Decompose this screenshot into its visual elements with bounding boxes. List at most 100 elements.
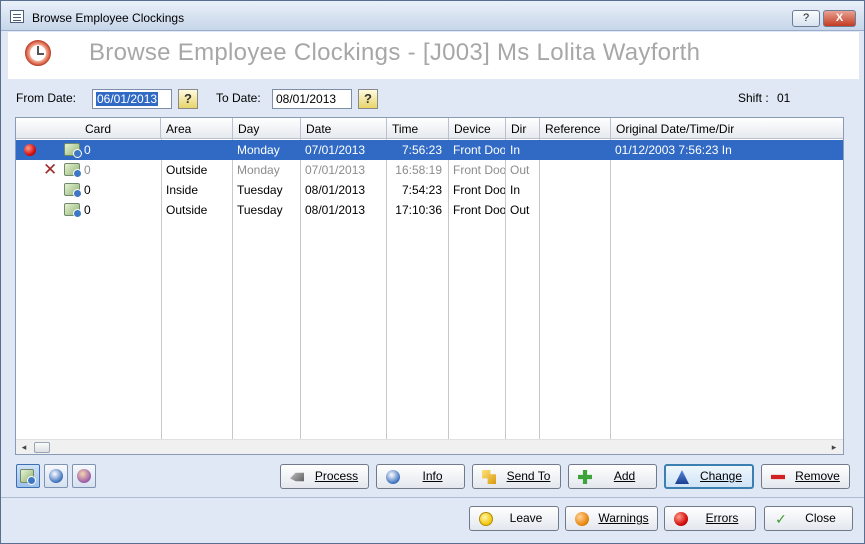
title-bar: Browse Employee Clockings ? X (1, 1, 864, 31)
warnings-label: Warnings (598, 511, 649, 525)
column-header-area[interactable]: Area (161, 118, 233, 139)
globe-view-button[interactable] (72, 464, 96, 488)
process-icon (290, 472, 304, 482)
close-button[interactable]: ✓ Close (764, 506, 853, 531)
clockings-grid[interactable]: Card Area Day Date Time Device Dir Refer… (15, 117, 844, 455)
table-row[interactable]: 0 Monday 07/01/2013 7:56:23 Front Door I… (16, 140, 843, 160)
error-status-icon (24, 144, 36, 156)
clock-icon (25, 40, 51, 66)
errors-button[interactable]: Errors (664, 506, 756, 531)
window-menu-icon[interactable] (10, 10, 24, 23)
cell-card: 0 (84, 183, 91, 197)
cell-card: 0 (84, 163, 91, 177)
cell-time: 17:10:36 (395, 203, 442, 217)
error-dot-icon (674, 512, 688, 526)
column-header-original[interactable]: Original Date/Time/Dir (611, 118, 843, 139)
cell-area: Outside (166, 163, 208, 177)
cell-reference (539, 200, 610, 220)
cell-device: Front Door (453, 163, 505, 177)
column-header-date[interactable]: Date (301, 118, 387, 139)
remove-button[interactable]: Remove (761, 464, 850, 489)
card-icon (64, 163, 82, 178)
table-row[interactable]: 0 Inside Tuesday 08/01/2013 7:54:23 Fron… (16, 180, 843, 200)
cell-original: 01/12/2003 7:56:23 In (615, 143, 732, 157)
deleted-x-icon: ✕ (43, 160, 58, 179)
change-label: Change (699, 469, 743, 483)
grid-header: Card Area Day Date Time Device Dir Refer… (16, 118, 843, 139)
remove-icon (771, 474, 785, 480)
cell-day: Tuesday (237, 183, 283, 197)
cell-device: Front Door (453, 203, 505, 217)
to-date-lookup-button[interactable]: ? (358, 89, 378, 109)
from-date-label: From Date: (16, 91, 77, 105)
from-date-input[interactable]: 06/01/2013 (92, 89, 172, 109)
cell-dir: In (510, 143, 521, 157)
scroll-right-icon[interactable]: ▸ (827, 441, 841, 454)
column-header-card[interactable]: Card (16, 118, 161, 139)
close-window-button[interactable]: X (823, 10, 856, 27)
cell-device: Front Door (453, 143, 505, 157)
send-to-icon (482, 470, 496, 484)
add-button[interactable]: Add (568, 464, 657, 489)
shift-value: 01 (777, 91, 791, 105)
card-icon (64, 183, 82, 198)
smiley-icon (479, 512, 493, 526)
cell-reference (539, 140, 610, 160)
cell-dir: Out (510, 203, 530, 217)
column-header-day[interactable]: Day (233, 118, 301, 139)
to-date-label: To Date: (216, 91, 261, 105)
card-view-button[interactable] (16, 464, 40, 488)
from-date-lookup-button[interactable]: ? (178, 89, 198, 109)
errors-label: Errors (705, 511, 739, 525)
info-view-icon (49, 469, 63, 483)
scroll-left-icon[interactable]: ◂ (17, 441, 31, 454)
scrollbar-thumb[interactable] (34, 442, 50, 453)
cell-date: 08/01/2013 (305, 183, 366, 197)
page-title: Browse Employee Clockings - [J003] Ms Lo… (89, 39, 701, 66)
change-button[interactable]: Change (664, 464, 754, 489)
cell-dir: Out (510, 163, 530, 177)
leave-label: Leave (509, 511, 543, 525)
cell-time: 16:58:19 (395, 163, 442, 177)
cell-card: 0 (84, 203, 91, 217)
column-header-dir[interactable]: Dir (506, 118, 540, 139)
cell-card: 0 (84, 143, 91, 157)
globe-icon (77, 469, 91, 483)
info-label: Info (422, 469, 443, 483)
cell-original (610, 160, 842, 180)
cell-area: Inside (166, 183, 199, 197)
column-header-time[interactable]: Time (387, 118, 449, 139)
info-view-button[interactable] (44, 464, 68, 488)
table-row[interactable]: 0 Outside Tuesday 08/01/2013 17:10:36 Fr… (16, 200, 843, 220)
browse-clockings-window: Browse Employee Clockings ? X Browse Emp… (0, 0, 865, 544)
process-button[interactable]: Process (280, 464, 369, 489)
checkmark-icon: ✓ (775, 511, 787, 527)
footer-divider (1, 497, 864, 498)
card-view-icon (20, 469, 36, 485)
header-banner: Browse Employee Clockings - [J003] Ms Lo… (8, 32, 859, 79)
shift-label: Shift : (738, 91, 769, 105)
warning-dot-icon (575, 512, 589, 526)
cell-time: 7:56:23 (401, 143, 442, 157)
cell-time: 7:54:23 (401, 183, 442, 197)
window-title: Browse Employee Clockings (32, 11, 185, 25)
remove-label: Remove (795, 469, 840, 483)
send-to-label: Send To (506, 469, 551, 483)
horizontal-scrollbar[interactable]: ◂ ▸ (16, 439, 843, 454)
warnings-button[interactable]: Warnings (565, 506, 658, 531)
info-button[interactable]: Info (376, 464, 465, 489)
to-date-input[interactable]: 08/01/2013 (272, 89, 352, 109)
table-row[interactable]: ✕ 0 Outside Monday 07/01/2013 16:58:19 F… (16, 160, 843, 180)
column-header-device[interactable]: Device (449, 118, 506, 139)
column-header-reference[interactable]: Reference (540, 118, 611, 139)
cell-original (610, 200, 842, 220)
cell-reference (539, 180, 610, 200)
leave-button[interactable]: Leave (469, 506, 559, 531)
card-icon (64, 203, 82, 218)
cell-area: Outside (166, 203, 208, 217)
help-button[interactable]: ? (792, 10, 820, 27)
cell-day: Monday (237, 163, 280, 177)
cell-reference (539, 160, 610, 180)
send-to-button[interactable]: Send To (472, 464, 561, 489)
to-date-value: 08/01/2013 (276, 92, 337, 106)
